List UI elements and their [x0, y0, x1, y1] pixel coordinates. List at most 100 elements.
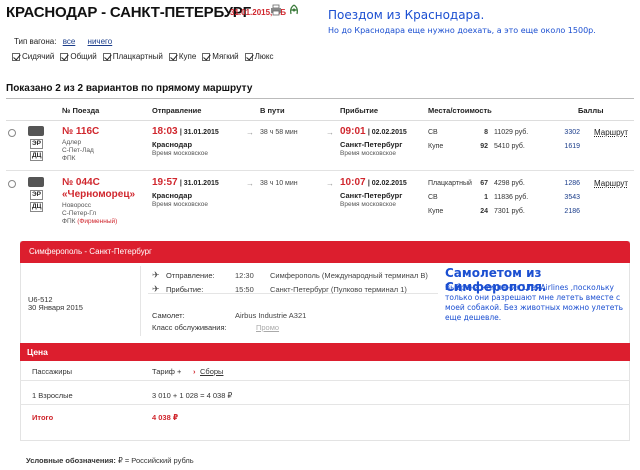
departure-date: | 31.01.2015	[179, 129, 219, 136]
seat-points: 3543	[564, 194, 580, 201]
train-carrier: ФПК	[62, 155, 76, 162]
checkbox-coupe[interactable]: Купе	[168, 52, 196, 61]
seat-count: 8	[484, 129, 488, 136]
checkbox-lux[interactable]: Люкс	[244, 52, 274, 61]
seat-class: СВ	[428, 194, 438, 201]
checkbox-check-icon[interactable]	[202, 52, 211, 61]
arrival-date: | 02.02.2015	[367, 129, 407, 136]
wagon-type-checkboxes: Сидячий Общий Плацкартный Купе Мягкий Лю…	[12, 52, 274, 61]
passenger-row-label: 1 Взрослые	[32, 391, 73, 400]
arrow-right-icon: →	[326, 128, 334, 137]
arrival-date: | 02.02.2015	[367, 180, 407, 187]
departure-time: 18:03	[152, 126, 178, 137]
train-number[interactable]: № 116С	[62, 126, 99, 137]
arrival-time: 09:01	[340, 126, 366, 137]
col-duration: В пути	[260, 106, 285, 115]
seat-count: 67	[480, 180, 488, 187]
divider	[6, 170, 634, 171]
arrival-timezone: Время московское	[340, 201, 397, 208]
seat-count: 92	[480, 143, 488, 150]
departure-city: Краснодар	[152, 191, 193, 200]
arrival-city: Санкт-Петербург	[340, 140, 403, 149]
divider	[20, 380, 630, 381]
annotation-flight-body: Выбрана компания Ural Airlines ,поскольк…	[445, 283, 624, 322]
departure-timezone: Время московское	[152, 150, 209, 157]
train-icon	[28, 126, 44, 136]
seat-class: Плацкартный	[428, 180, 472, 187]
fees-link[interactable]: Сборы	[200, 367, 223, 376]
arrival-datetime: 09:01 | 02.02.2015	[340, 126, 407, 137]
service-class-link[interactable]: Промо	[256, 323, 279, 332]
seat-price[interactable]: 4298 руб.	[494, 180, 525, 187]
train-select-radio[interactable]	[8, 180, 16, 188]
route-link[interactable]: Маршрут	[594, 128, 628, 137]
annotation-train-subtitle: Но до Краснодара еще нужно доехать, а эт…	[328, 26, 596, 35]
train-tag-er: ЭР	[30, 139, 43, 149]
seat-price[interactable]: 7301 руб.	[494, 208, 525, 215]
travel-duration: 38 ч 58 мин	[260, 129, 298, 136]
seat-points: 1286	[564, 180, 580, 187]
train-destination: С-Пет-Лад	[62, 147, 94, 154]
train-carrier-branded: (Фирменный)	[77, 218, 118, 225]
price-col-passengers: Пассажиры	[32, 367, 73, 376]
passenger-row-value: 3 010 + 1 028 = 4 038 ₽	[152, 391, 233, 400]
flight-arrival-time: 15:50	[235, 285, 254, 294]
total-label: Итого	[32, 413, 54, 422]
arrival-time: 10:07	[340, 177, 366, 188]
wagon-type-filter: Тип вагона: все ничего	[14, 37, 118, 46]
seat-class: Купе	[428, 208, 444, 215]
departure-datetime: 18:03 | 31.01.2015	[152, 126, 219, 137]
price-title: Цена	[27, 347, 48, 357]
checkbox-check-icon[interactable]	[60, 52, 69, 61]
plane-landing-icon: ✈	[152, 284, 160, 294]
wagon-type-label: Тип вагона:	[14, 37, 57, 46]
flight-route-title: Симферополь - Санкт-Петербург	[29, 247, 152, 256]
checkbox-platskart[interactable]: Плацкартный	[102, 52, 163, 61]
service-class-label: Класс обслуживания:	[152, 323, 227, 332]
print-icon[interactable]	[270, 4, 282, 16]
arrival-label: Прибытие:	[166, 285, 204, 294]
col-departure: Отправление	[152, 106, 202, 115]
train-carrier: ФПК (Фирменный)	[62, 218, 118, 225]
arrow-right-icon: →	[246, 128, 254, 137]
seat-price[interactable]: 11836 руб.	[494, 194, 528, 201]
train-name: «Черноморец»	[62, 189, 136, 200]
vk-icon[interactable]	[288, 4, 300, 16]
plane-takeoff-icon: ✈	[152, 270, 160, 280]
divider	[140, 266, 141, 336]
checkbox-check-icon[interactable]	[102, 52, 111, 61]
departure-datetime: 19:57 | 31.01.2015	[152, 177, 219, 188]
arrival-city: Санкт-Петербург	[340, 191, 403, 200]
divider	[6, 120, 634, 121]
route-title: КРАСНОДАР - САНКТ-ПЕТЕРБУРГ	[6, 4, 251, 21]
price-header	[20, 343, 630, 361]
arrival-timezone: Время московское	[340, 150, 397, 157]
divider	[20, 404, 630, 405]
select-none-link[interactable]: ничего	[88, 37, 113, 46]
seat-points: 2186	[564, 208, 580, 215]
checkbox-soft[interactable]: Мягкий	[202, 52, 239, 61]
checkbox-check-icon[interactable]	[168, 52, 177, 61]
departure-date: | 31.01.2015	[179, 180, 219, 187]
checkbox-sitting[interactable]: Сидячий	[12, 52, 54, 61]
select-all-link[interactable]: все	[63, 37, 76, 46]
flight-arrival-place: Санкт-Петербург (Пулково терминал 1)	[270, 285, 407, 294]
train-origin: Новоросс	[62, 202, 92, 209]
checkbox-common[interactable]: Общий	[60, 52, 97, 61]
checkbox-check-icon[interactable]	[12, 52, 20, 61]
checkbox-check-icon[interactable]	[244, 52, 253, 61]
seat-points: 1619	[564, 143, 580, 150]
train-select-radio[interactable]	[8, 129, 16, 137]
route-link[interactable]: Маршрут	[594, 179, 628, 188]
train-number[interactable]: № 044С	[62, 177, 100, 188]
chevron-right-icon: ›	[193, 367, 196, 376]
seat-price[interactable]: 11029 руб.	[494, 129, 528, 136]
seat-price[interactable]: 5410 руб.	[494, 143, 525, 150]
seat-points: 3302	[564, 129, 580, 136]
col-train-number: № Поезда	[62, 106, 100, 115]
divider	[6, 98, 634, 99]
seat-class: СВ	[428, 129, 438, 136]
departure-label: Отправление:	[166, 271, 215, 280]
currency-legend: Условные обозначения: ₽ = Российский руб…	[26, 456, 194, 465]
flight-departure-time: 12:30	[235, 271, 254, 280]
